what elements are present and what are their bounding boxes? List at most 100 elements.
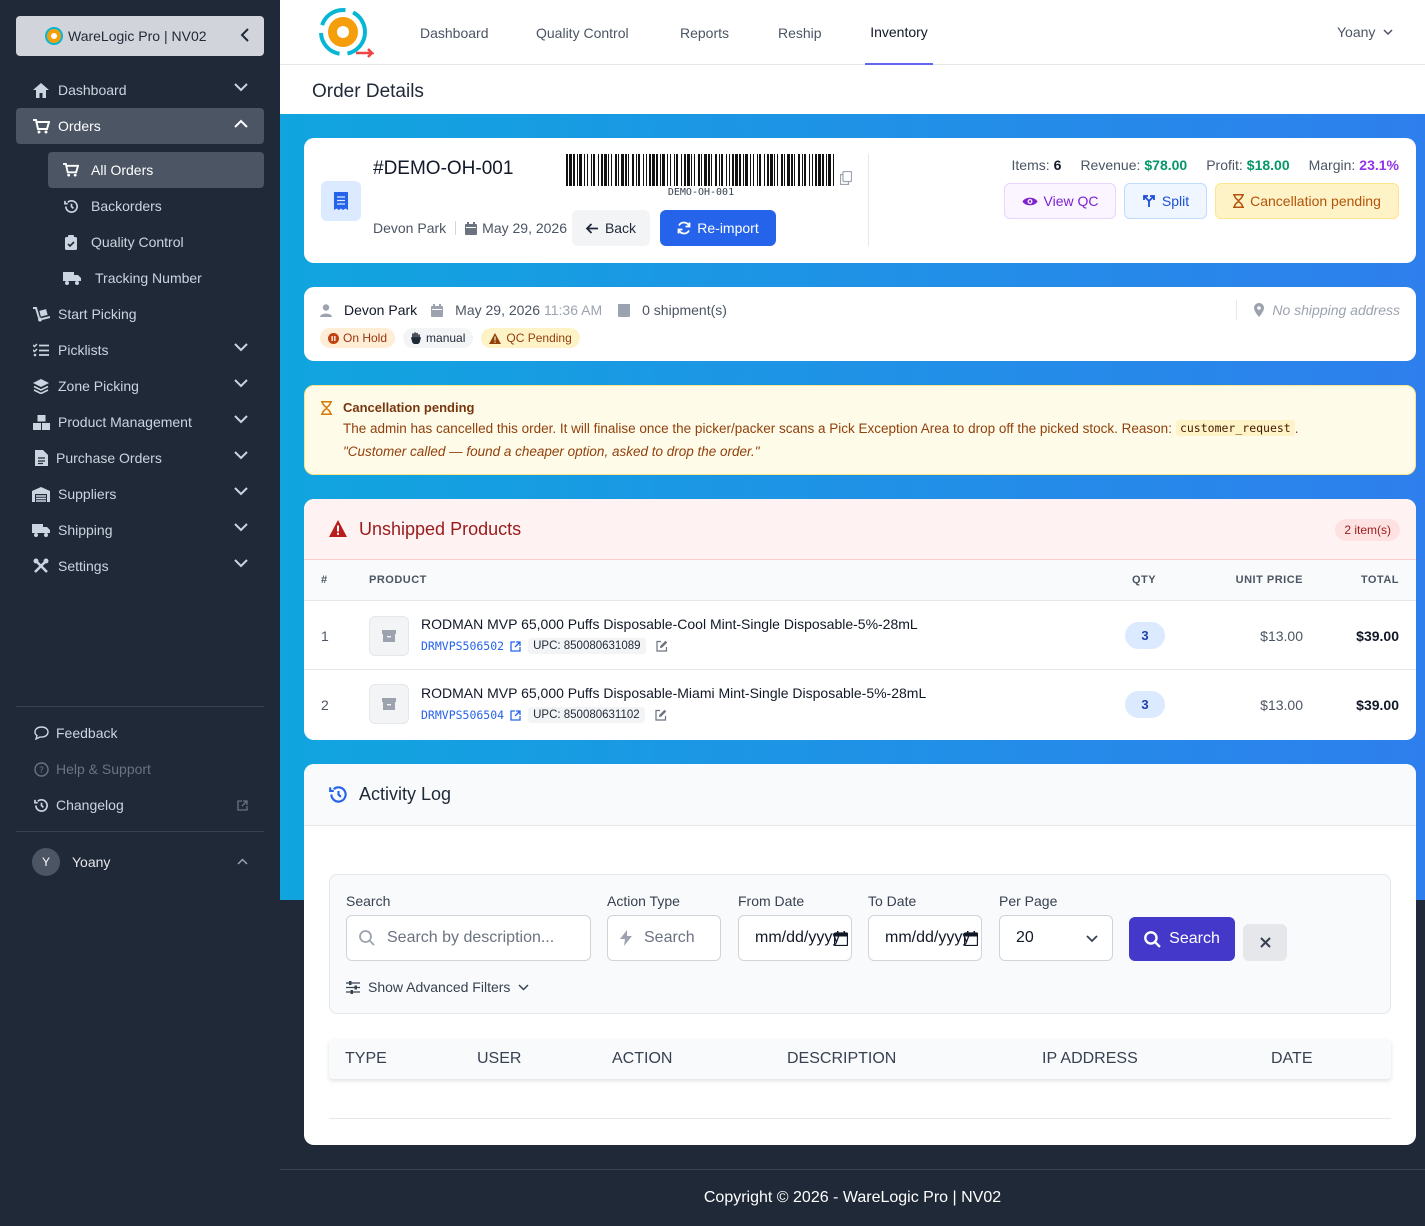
history-icon	[63, 198, 79, 214]
sidebar-item-product-management[interactable]: Product Management	[16, 404, 264, 440]
barcode-bar	[694, 154, 695, 186]
barcode-bar	[753, 154, 754, 186]
alert-title: Cancellation pending	[343, 400, 475, 415]
barcode-bar	[721, 154, 723, 186]
tab-inventory[interactable]: Inventory	[865, 0, 933, 65]
sidebar-item-changelog[interactable]: Changelog	[16, 787, 264, 823]
revenue-value: $78.00	[1144, 157, 1188, 173]
order-info-card: Devon Park May 29, 2026 11:36 AM 0 shipm…	[304, 287, 1416, 361]
badge-label: On Hold	[343, 331, 388, 345]
barcode-bar	[798, 154, 800, 186]
sidebar-item-label: Picklists	[58, 342, 109, 358]
external-link-icon[interactable]	[510, 709, 521, 721]
cancellation-alert: Cancellation pending The admin has cance…	[304, 385, 1416, 475]
unit-price: $13.00	[1260, 697, 1303, 713]
action-type-input[interactable]: Search	[607, 915, 721, 961]
search-input[interactable]: Search by description...	[346, 915, 591, 961]
item-count-badge: 2 item(s)	[1335, 519, 1400, 541]
sidebar-item-picklists[interactable]: Picklists	[16, 332, 264, 368]
advanced-filters-toggle[interactable]: Show Advanced Filters	[346, 979, 529, 995]
sidebar-item-zone-picking[interactable]: Zone Picking	[16, 368, 264, 404]
top-user-menu[interactable]: Yoany	[1337, 24, 1393, 40]
brand-switcher[interactable]: WareLogic Pro | NV02	[16, 16, 264, 56]
chevron-down-icon	[1383, 29, 1393, 35]
barcode-bar	[628, 154, 629, 186]
barcode-bar	[566, 154, 568, 186]
truck-icon	[63, 270, 81, 286]
sidebar-subitem-quality-control[interactable]: Quality Control	[48, 224, 264, 260]
from-date-input[interactable]: mm/dd/yyyy	[738, 915, 852, 961]
barcode-bar	[726, 154, 727, 186]
barcode-bar	[591, 154, 592, 186]
barcode-bar	[791, 154, 793, 186]
sidebar-item-start-picking[interactable]: Start Picking	[16, 296, 264, 332]
barcode-bar	[739, 154, 741, 186]
user-menu[interactable]: Y Yoany	[16, 844, 264, 880]
activity-title: Activity Log	[359, 784, 452, 804]
calendar-icon[interactable]	[834, 930, 849, 946]
sidebar-item-orders[interactable]: Orders	[16, 108, 264, 144]
edit-icon[interactable]	[655, 709, 667, 721]
reimport-button[interactable]: Re-import	[660, 210, 776, 246]
boxes-icon	[32, 413, 50, 431]
app-logo-icon[interactable]	[316, 5, 374, 59]
per-page-label: Per Page	[999, 893, 1058, 909]
back-button[interactable]: Back	[572, 210, 650, 246]
copy-icon[interactable]	[840, 171, 852, 185]
view-qc-button[interactable]: View QC	[1004, 183, 1116, 219]
clear-filters-button[interactable]	[1243, 924, 1287, 961]
upc-badge: UPC: 850080631102	[528, 707, 645, 723]
warehouse-icon	[32, 485, 50, 503]
barcode-bar	[676, 154, 678, 186]
barcode-bar	[621, 154, 624, 186]
home-icon	[32, 81, 50, 99]
sidebar-item-settings[interactable]: Settings	[16, 548, 264, 584]
view-qc-label: View QC	[1043, 193, 1099, 209]
chevron-down-icon	[234, 343, 248, 352]
sidebar-item-purchase-orders[interactable]: Purchase Orders	[16, 440, 264, 476]
cancellation-pending-button[interactable]: Cancellation pending	[1215, 183, 1399, 219]
sidebar-item-suppliers[interactable]: Suppliers	[16, 476, 264, 512]
tab-reship[interactable]: Reship	[778, 0, 822, 65]
badge-label: QC Pending	[506, 331, 572, 345]
barcode-bar	[587, 154, 588, 186]
shipping-address: No shipping address	[1254, 302, 1400, 318]
sidebar-item-dashboard[interactable]: Dashboard	[16, 72, 264, 108]
chevron-up-icon	[234, 119, 248, 128]
per-page-select[interactable]: 20	[999, 915, 1113, 961]
qty-badge: 3	[1125, 622, 1165, 649]
search-button[interactable]: Search	[1129, 917, 1235, 961]
tab-reports[interactable]: Reports	[680, 0, 729, 65]
sidebar-subitem-all-orders[interactable]: All Orders	[48, 152, 264, 188]
chevron-left-icon[interactable]	[240, 28, 250, 42]
sidebar-item-label: Settings	[58, 558, 109, 574]
sidebar-item-shipping[interactable]: Shipping	[16, 512, 264, 548]
sync-icon	[677, 221, 691, 235]
barcode-bar	[802, 154, 803, 186]
tab-quality-control[interactable]: Quality Control	[536, 0, 629, 65]
sidebar-subitem-tracking-number[interactable]: Tracking Number	[48, 260, 264, 296]
sidebar-item-help-support[interactable]: ? Help & Support	[16, 751, 264, 787]
sku-link[interactable]: DRMVPS506504	[421, 708, 504, 722]
sidebar-item-feedback[interactable]: Feedback	[16, 715, 264, 751]
barcode-bar	[804, 154, 806, 186]
external-link-icon[interactable]	[510, 640, 521, 652]
sidebar-subitem-backorders[interactable]: Backorders	[48, 188, 264, 224]
barcode-bar	[735, 154, 738, 186]
cancel-note: "Customer called — found a cheaper optio…	[343, 444, 760, 459]
reimport-label: Re-import	[697, 220, 759, 236]
col-user: USER	[477, 1050, 522, 1067]
barcode-bar	[815, 154, 817, 186]
split-button[interactable]: Split	[1124, 183, 1207, 219]
calendar-icon[interactable]	[964, 930, 979, 946]
warning-icon	[329, 520, 347, 537]
divider	[329, 1118, 1391, 1119]
comment-icon	[32, 724, 50, 742]
sku-link[interactable]: DRMVPS506502	[421, 639, 504, 653]
edit-icon[interactable]	[655, 640, 668, 652]
tab-dashboard[interactable]: Dashboard	[420, 0, 489, 65]
info-time: 11:36 AM	[544, 302, 603, 318]
to-date-input[interactable]: mm/dd/yyyy	[868, 915, 982, 961]
sidebar-item-label: Suppliers	[58, 486, 117, 502]
chevron-down-icon	[518, 983, 529, 991]
